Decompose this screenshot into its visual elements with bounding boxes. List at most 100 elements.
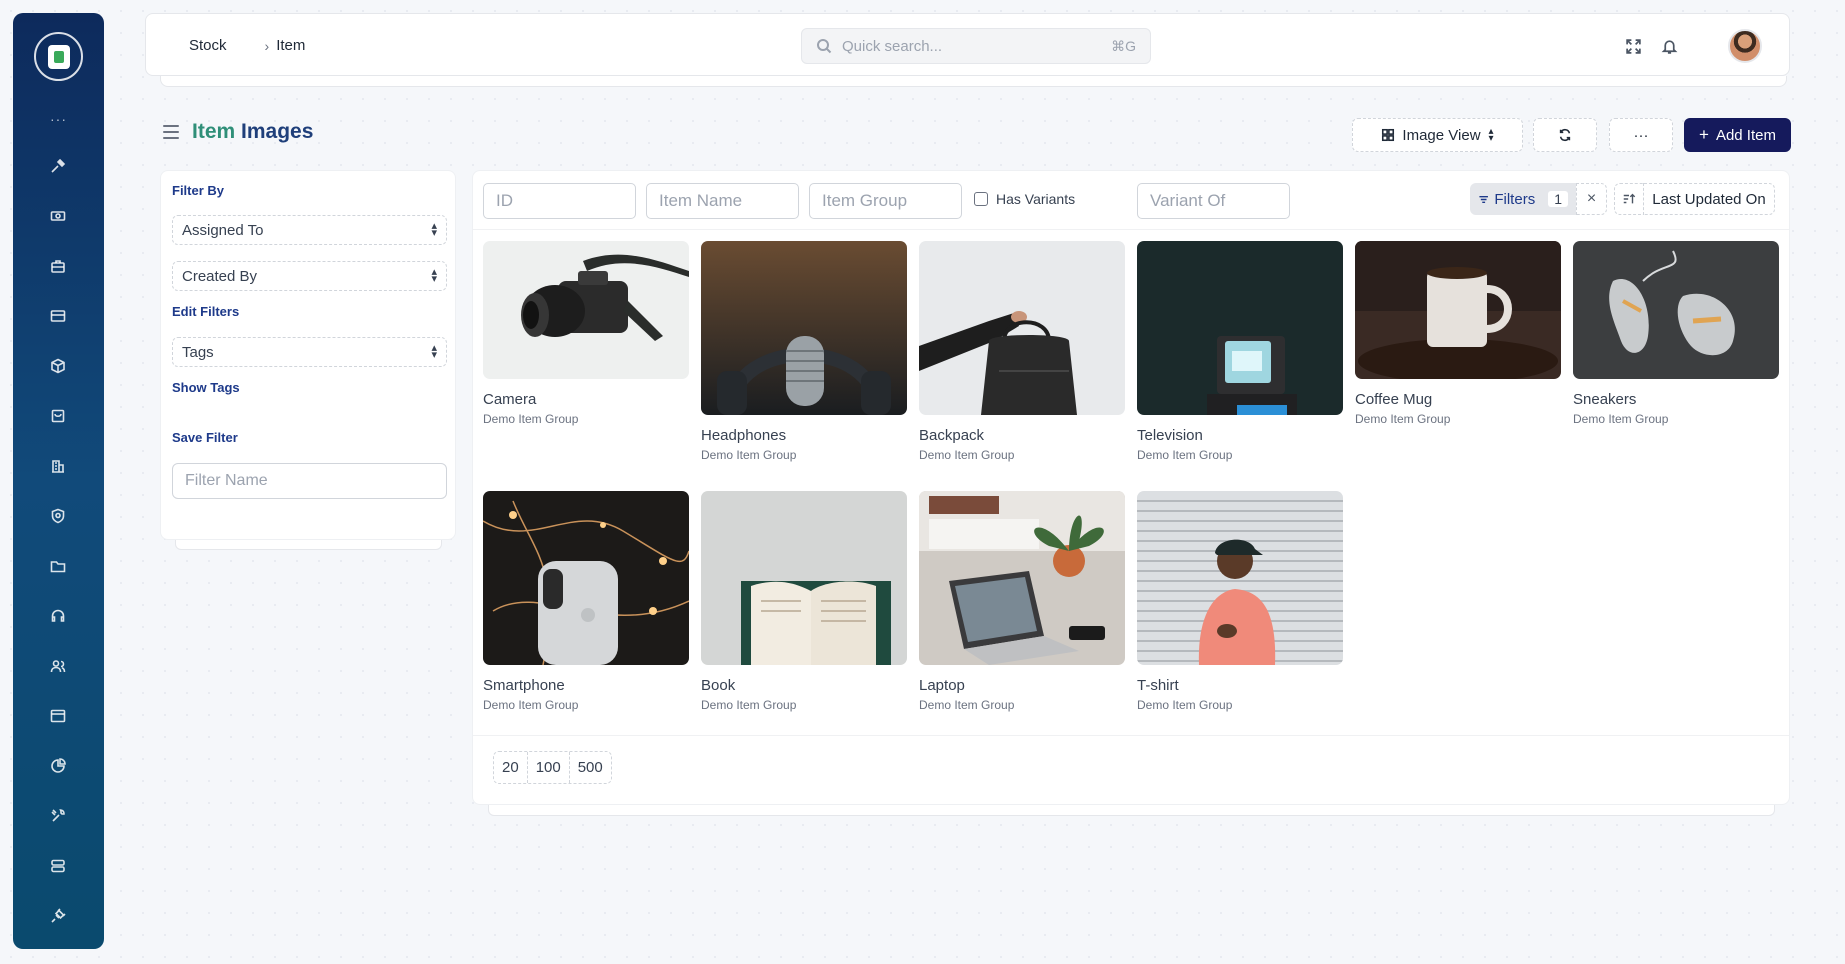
headset-icon[interactable] [49,607,67,625]
item-card[interactable]: Laptop Demo Item Group [919,491,1125,712]
sort-field-label: Last Updated On [1652,190,1766,208]
filter-name-input[interactable]: Filter Name [172,463,447,499]
item-name[interactable]: Smartphone [483,677,689,694]
item-card[interactable]: Coffee Mug Demo Item Group [1355,241,1561,426]
shield-icon[interactable] [49,507,67,525]
item-card[interactable]: Backpack Demo Item Group [919,241,1125,462]
variant-of-filter-input[interactable]: Variant Of [1137,183,1290,219]
item-group: Demo Item Group [701,698,797,712]
quick-search-input[interactable]: Quick search... ⌘G [801,28,1151,64]
sort-icon [1623,193,1636,204]
book-image[interactable] [701,491,907,665]
page-title-accent: Item [192,120,236,143]
page-length-100-button[interactable]: 100 [527,752,570,783]
sidebar-more-icon[interactable]: ··· [13,111,104,127]
edit-filters-link[interactable]: Edit Filters [172,304,239,319]
camera-image[interactable] [483,241,689,379]
coffee-mug-image[interactable] [1355,241,1561,379]
card-icon[interactable] [49,307,67,325]
item-group: Demo Item Group [1573,412,1669,426]
page-length-selector: 20 100 500 [493,751,612,784]
item-name[interactable]: Backpack [919,427,1125,444]
filter-sidebar: Filter By Assigned To ▴ ▾ Created By ▴ ▾ E… [160,170,456,540]
search-icon [817,39,832,54]
users-icon[interactable] [49,657,67,675]
item-card[interactable]: Book Demo Item Group [701,491,907,712]
briefcase-icon[interactable] [49,257,67,275]
item-name[interactable]: Coffee Mug [1355,391,1561,408]
item-group: Demo Item Group [1137,698,1233,712]
item-card[interactable]: Television Demo Item Group [1137,241,1343,462]
box-icon[interactable] [49,357,67,375]
assigned-to-select[interactable]: Assigned To ▴ ▾ [172,215,447,245]
more-actions-button[interactable]: ··· [1609,118,1673,152]
add-item-button[interactable]: + Add Item [1684,118,1791,152]
app-logo[interactable] [34,32,83,81]
item-image-grid-panel: ID Item Name Item Group Has Variants Var… [472,170,1790,805]
filter-panel-backdrop [175,540,442,550]
menu-icon[interactable] [163,125,179,139]
filter-name-placeholder: Filter Name [185,472,268,489]
item-card[interactable]: Sneakers Demo Item Group [1573,241,1779,426]
wrench-icon[interactable] [49,807,67,825]
search-placeholder: Quick search... [842,37,943,55]
television-image[interactable] [1137,241,1343,415]
sneakers-image[interactable] [1573,241,1779,379]
item-name[interactable]: Laptop [919,677,1125,694]
smartphone-image[interactable] [483,491,689,665]
fullscreen-icon[interactable] [1623,36,1643,56]
filters-button[interactable]: Filters 1 [1470,183,1576,215]
pie-chart-icon[interactable] [49,757,67,775]
item-name[interactable]: T-shirt [1137,677,1343,694]
clear-filters-button[interactable]: × [1576,183,1607,215]
save-filter-heading: Save Filter [172,430,238,445]
id-filter-input[interactable]: ID [483,183,636,219]
item-group: Demo Item Group [1137,448,1233,462]
item-name-filter-input[interactable]: Item Name [646,183,799,219]
server-icon[interactable] [49,857,67,875]
plus-icon: + [1699,125,1709,144]
browser-icon[interactable] [49,707,67,725]
bag-icon[interactable] [49,407,67,425]
money-icon[interactable] [49,207,67,225]
sort-field-select[interactable]: Last Updated On [1644,183,1775,215]
bell-icon[interactable] [1659,36,1679,56]
item-name[interactable]: Sneakers [1573,391,1779,408]
show-tags-link[interactable]: Show Tags [172,380,240,395]
close-icon: × [1586,190,1597,207]
divider [473,229,1789,230]
folder-icon[interactable] [49,557,67,575]
sort-direction-button[interactable] [1614,183,1644,215]
refresh-button[interactable] [1533,118,1597,152]
plug-icon[interactable] [49,907,67,925]
user-avatar[interactable] [1728,29,1762,63]
building-icon[interactable] [49,457,67,475]
breadcrumb-item[interactable]: Item [276,37,305,54]
tools-icon[interactable] [49,157,67,175]
item-card[interactable]: Camera Demo Item Group [483,241,689,426]
item-name[interactable]: Headphones [701,427,907,444]
tags-select[interactable]: Tags ▴ ▾ [172,337,447,367]
topbar: Stock › Item Quick search... ⌘G [145,13,1790,76]
item-name[interactable]: Television [1137,427,1343,444]
headphones-image[interactable] [701,241,907,415]
item-card[interactable]: T-shirt Demo Item Group [1137,491,1343,712]
id-filter-placeholder: ID [496,191,513,210]
page-length-500-button[interactable]: 500 [569,752,611,783]
item-card[interactable]: Headphones Demo Item Group [701,241,907,462]
item-group: Demo Item Group [701,448,797,462]
item-name[interactable]: Book [701,677,907,694]
image-view-select[interactable]: Image View ▴ ▾ [1352,118,1523,152]
laptop-image[interactable] [919,491,1125,665]
has-variants-checkbox[interactable]: Has Variants [974,191,1075,207]
item-card[interactable]: Smartphone Demo Item Group [483,491,689,712]
backpack-image[interactable] [919,241,1125,415]
item-group-filter-input[interactable]: Item Group [809,183,962,219]
tshirt-image[interactable] [1137,491,1343,665]
breadcrumb-stock[interactable]: Stock [189,37,227,54]
checkbox-icon[interactable] [974,192,988,206]
created-by-select[interactable]: Created By ▴ ▾ [172,261,447,291]
item-name[interactable]: Camera [483,391,689,408]
page-length-20-button[interactable]: 20 [494,752,528,783]
logo-mark [47,44,70,69]
